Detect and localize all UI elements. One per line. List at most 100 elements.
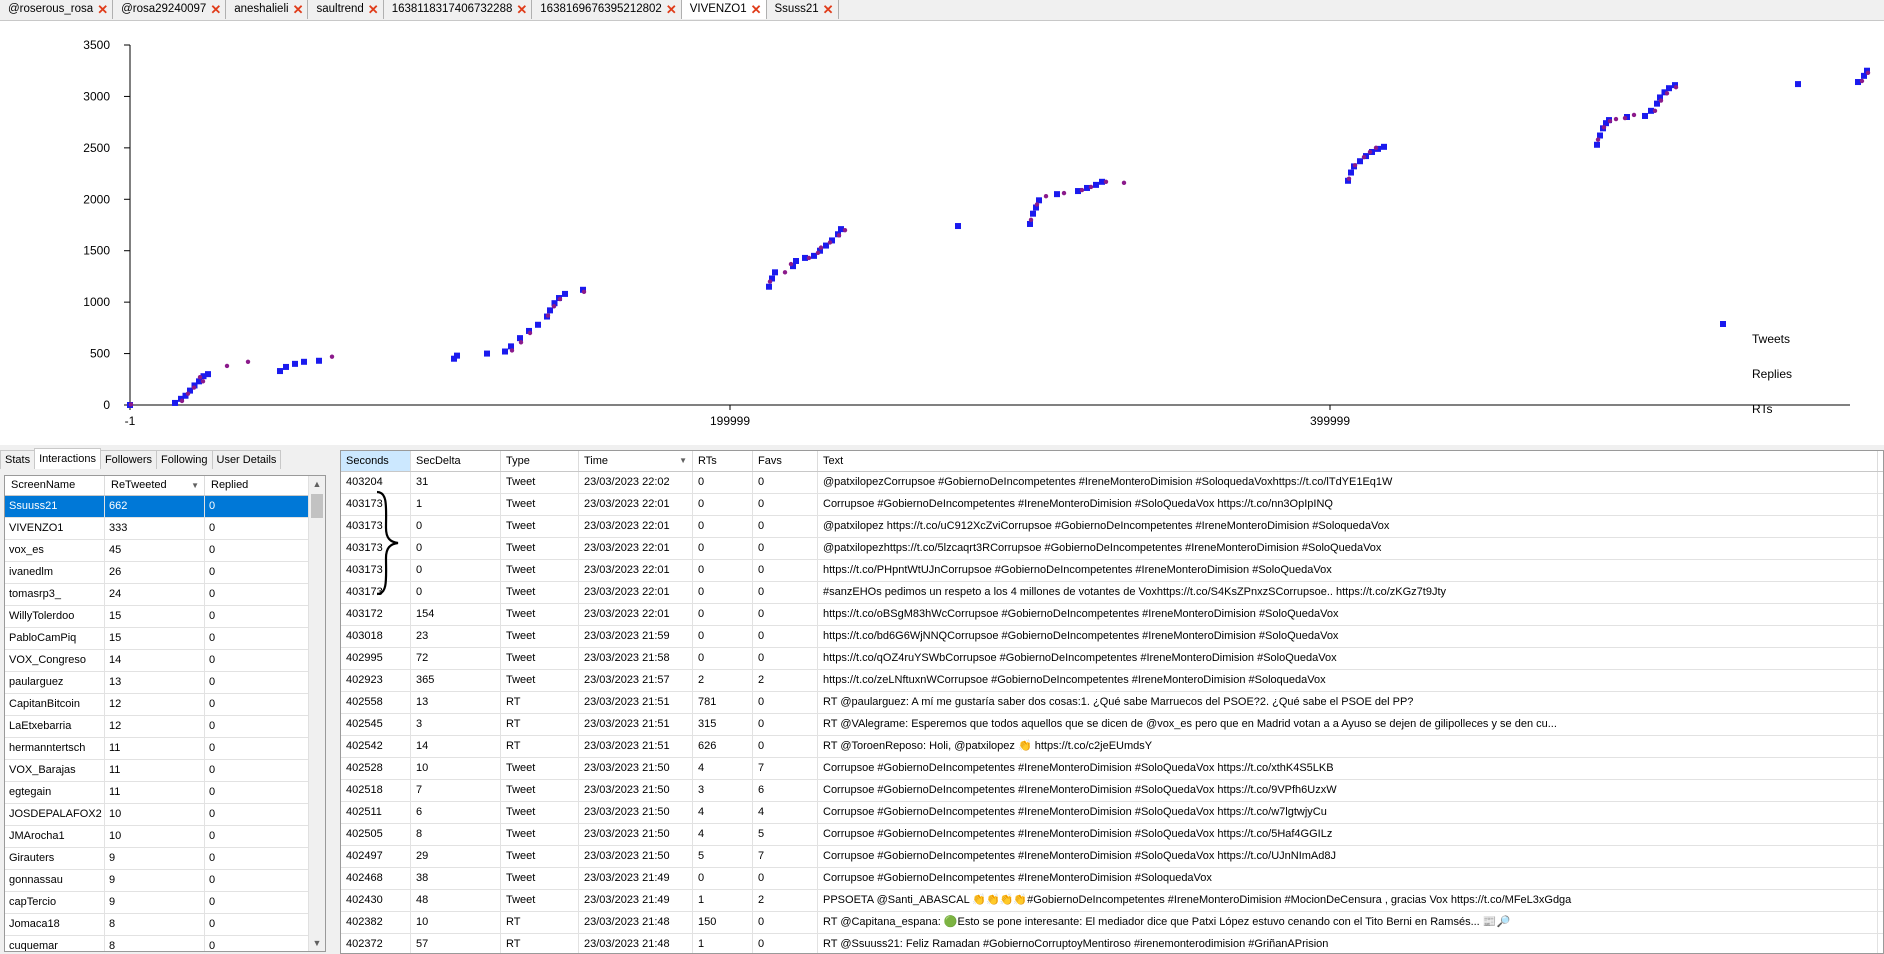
table-row[interactable]: 402995 72 Tweet 23/03/2023 21:58 0 0 https://t… xyxy=(341,648,1883,670)
document-tab[interactable]: aneshalieli ✕ xyxy=(226,0,309,19)
sort-dropdown-icon[interactable]: ▼ xyxy=(679,451,687,471)
table-row[interactable]: hermanntertsch 11 0 xyxy=(5,738,325,760)
table-row[interactable]: 402545 3 RT 23/03/2023 21:51 315 0 RT @VAlegra… xyxy=(341,714,1883,736)
table-row[interactable]: WillyTolerdoo 15 0 xyxy=(5,606,325,628)
table-row[interactable]: paularguez 13 0 xyxy=(5,672,325,694)
table-row[interactable]: 402528 10 Tweet 23/03/2023 21:50 4 7 Corrupsoe… xyxy=(341,758,1883,780)
table-row[interactable]: 403173 0 Tweet 23/03/2023 22:01 0 0 #sanzEHOs … xyxy=(341,582,1883,604)
column-header[interactable]: Seconds xyxy=(341,451,411,471)
tweets-grid[interactable]: Seconds SecDelta Type Time ▼ RTs Favs Text 4032… xyxy=(340,450,1884,954)
table-row[interactable]: 402542 14 RT 23/03/2023 21:51 626 0 RT @Toroen… xyxy=(341,736,1883,758)
table-cell: https://t.co/bd6G6WjNNQCorrupsoe #Gobier… xyxy=(818,626,1878,647)
document-tab[interactable]: Ssuss21 ✕ xyxy=(767,0,839,19)
table-row[interactable]: LaEtxebarria 12 0 xyxy=(5,716,325,738)
table-row[interactable]: gonnassau 9 0 xyxy=(5,870,325,892)
table-cell: Corrupsoe #GobiernoDeIncompetentes #Iren… xyxy=(818,868,1878,889)
close-icon[interactable]: ✕ xyxy=(293,3,304,16)
table-row[interactable]: 402497 29 Tweet 23/03/2023 21:50 5 7 Corrupsoe… xyxy=(341,846,1883,868)
table-row[interactable]: PabloCamPiq 15 0 xyxy=(5,628,325,650)
table-row[interactable]: JOSDEPALAFOX2 10 0 xyxy=(5,804,325,826)
table-row[interactable]: vox_es 45 0 xyxy=(5,540,325,562)
close-icon[interactable]: ✕ xyxy=(666,3,677,16)
table-cell: 0 xyxy=(205,628,309,649)
close-icon[interactable]: ✕ xyxy=(516,3,527,16)
table-row[interactable]: capTercio 9 0 xyxy=(5,892,325,914)
scroll-down-icon[interactable]: ▼ xyxy=(309,935,325,951)
column-header[interactable]: Text xyxy=(818,451,1878,471)
column-header[interactable]: Replied xyxy=(205,476,309,495)
column-header[interactable]: ScreenName xyxy=(5,476,105,495)
tweet-point xyxy=(1859,78,1865,84)
left-tab[interactable]: Interactions xyxy=(34,448,101,469)
close-icon[interactable]: ✕ xyxy=(97,3,108,16)
table-cell: RT xyxy=(501,692,579,713)
document-tab[interactable]: @roserous_rosa ✕ xyxy=(0,0,114,19)
table-row[interactable]: Ssuuss21 662 0 xyxy=(5,496,325,518)
table-cell: 6 xyxy=(753,780,818,801)
document-tab-bar: @roserous_rosa ✕ @rosa29240097 ✕ aneshalieli… xyxy=(0,0,1884,21)
table-row[interactable]: VIVENZO1 333 0 xyxy=(5,518,325,540)
scroll-thumb[interactable] xyxy=(311,494,323,518)
left-tab[interactable]: Following xyxy=(156,450,213,469)
table-row[interactable]: 402468 38 Tweet 23/03/2023 21:49 0 0 Corrupsoe… xyxy=(341,868,1883,890)
column-header[interactable]: Type xyxy=(501,451,579,471)
table-row[interactable]: 403173 0 Tweet 23/03/2023 22:01 0 0 @patxilope… xyxy=(341,516,1883,538)
column-header[interactable]: Time ▼ xyxy=(579,451,693,471)
table-row[interactable]: 403173 1 Tweet 23/03/2023 22:01 0 0 Corrupsoe … xyxy=(341,494,1883,516)
table-row[interactable]: ivanedlm 26 0 xyxy=(5,562,325,584)
left-tab[interactable]: Followers xyxy=(99,450,158,469)
column-header[interactable]: Favs xyxy=(753,451,818,471)
tweet-point xyxy=(245,359,251,364)
table-row[interactable]: 402372 57 RT 23/03/2023 21:48 1 0 RT @Ssuuss21… xyxy=(341,934,1883,953)
table-row[interactable]: 403018 23 Tweet 23/03/2023 21:59 0 0 https://t… xyxy=(341,626,1883,648)
table-row[interactable]: 402382 10 RT 23/03/2023 21:48 150 0 RT @Capita… xyxy=(341,912,1883,934)
table-row[interactable]: 403172 154 Tweet 23/03/2023 22:01 0 0 https://… xyxy=(341,604,1883,626)
table-row[interactable]: 402558 13 RT 23/03/2023 21:51 781 0 RT @paular… xyxy=(341,692,1883,714)
legend-item-rts: RTs xyxy=(1720,321,1820,426)
sort-dropdown-icon[interactable]: ▼ xyxy=(191,476,199,495)
column-header[interactable]: SecDelta xyxy=(411,451,501,471)
close-icon[interactable]: ✕ xyxy=(210,3,221,16)
tweet-point xyxy=(842,227,848,233)
table-row[interactable]: 403204 31 Tweet 23/03/2023 22:02 0 0 @patxilop… xyxy=(341,472,1883,494)
interactions-vertical-scrollbar[interactable]: ▲ ▼ xyxy=(308,476,325,951)
column-header[interactable]: ReTweeted ▼ xyxy=(105,476,205,495)
table-row[interactable]: 402505 8 Tweet 23/03/2023 21:50 4 5 Corrupsoe … xyxy=(341,824,1883,846)
tweet-point xyxy=(1673,84,1679,90)
close-icon[interactable]: ✕ xyxy=(751,3,762,16)
document-tab[interactable]: @rosa29240097 ✕ xyxy=(113,0,227,19)
table-row[interactable]: cuquemar 8 0 xyxy=(5,936,325,951)
table-cell: 23/03/2023 21:58 xyxy=(579,648,693,669)
column-header[interactable]: RTs xyxy=(693,451,753,471)
table-row[interactable]: tomasrp3_ 24 0 xyxy=(5,584,325,606)
document-tab[interactable]: VIVENZO1 ✕ xyxy=(681,0,767,19)
table-cell: Tweet xyxy=(501,868,579,889)
table-row[interactable]: Jomaca18 8 0 xyxy=(5,914,325,936)
table-row[interactable]: 402518 7 Tweet 23/03/2023 21:50 3 6 Corrupsoe … xyxy=(341,780,1883,802)
table-cell: 15 xyxy=(105,606,205,627)
close-icon[interactable]: ✕ xyxy=(823,3,834,16)
y-tick-label: 2000 xyxy=(83,192,110,206)
table-row[interactable]: 402923 365 Tweet 23/03/2023 21:57 2 2 https://… xyxy=(341,670,1883,692)
scroll-up-icon[interactable]: ▲ xyxy=(309,476,325,492)
table-row[interactable]: JMArocha1 10 0 xyxy=(5,826,325,848)
table-cell: 0 xyxy=(753,736,818,757)
table-cell: Tweet xyxy=(501,560,579,581)
tweet-point xyxy=(557,296,563,302)
table-row[interactable]: 403173 0 Tweet 23/03/2023 22:01 0 0 https://t.… xyxy=(341,560,1883,582)
left-tab[interactable]: Stats xyxy=(0,450,36,469)
table-row[interactable]: 402511 6 Tweet 23/03/2023 21:50 4 4 Corrupsoe … xyxy=(341,802,1883,824)
table-row[interactable]: egtegain 11 0 xyxy=(5,782,325,804)
close-icon[interactable]: ✕ xyxy=(368,3,379,16)
document-tab[interactable]: 1638169676395212802 ✕ xyxy=(532,0,682,19)
document-tab[interactable]: 1638118317406732288 ✕ xyxy=(384,0,533,19)
table-row[interactable]: CapitanBitcoin 12 0 xyxy=(5,694,325,716)
interactions-grid[interactable]: ScreenName ReTweeted ▼ Replied Ssuuss21 662 0… xyxy=(4,475,326,952)
document-tab[interactable]: saultrend ✕ xyxy=(308,0,384,19)
table-row[interactable]: VOX_Barajas 11 0 xyxy=(5,760,325,782)
table-row[interactable]: 403173 0 Tweet 23/03/2023 22:01 0 0 @patxilope… xyxy=(341,538,1883,560)
table-row[interactable]: VOX_Congreso 14 0 xyxy=(5,650,325,672)
table-row[interactable]: Girauters 9 0 xyxy=(5,848,325,870)
left-tab[interactable]: User Details xyxy=(211,450,282,469)
table-row[interactable]: 402430 48 Tweet 23/03/2023 21:49 1 2 PPSOETA @… xyxy=(341,890,1883,912)
